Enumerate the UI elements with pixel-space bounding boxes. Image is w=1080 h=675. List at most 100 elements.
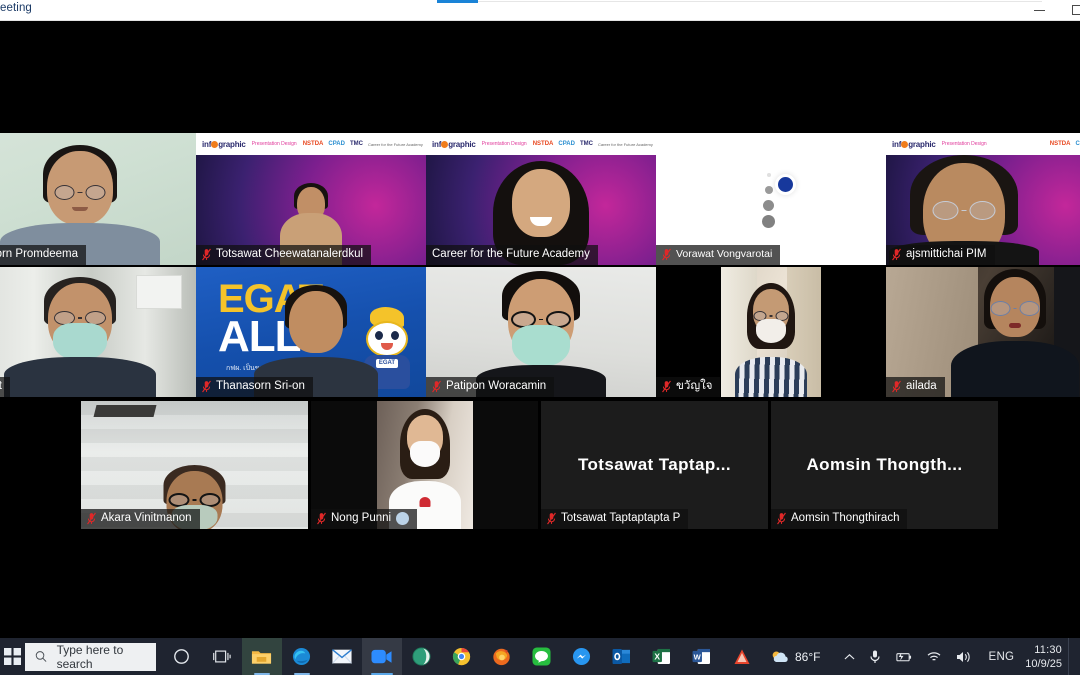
- video-tile[interactable]: Akara Vinitmanon: [81, 401, 308, 529]
- microphone-status-button[interactable]: [862, 638, 888, 675]
- mic-muted-icon: [662, 248, 671, 261]
- video-tile[interactable]: ขวัญใจ: [656, 267, 886, 397]
- banner-logo: infgraphic: [432, 140, 476, 149]
- mic-muted-icon: [892, 380, 901, 393]
- show-desktop-button[interactable]: [1068, 638, 1076, 675]
- network-status-button[interactable]: [919, 638, 949, 675]
- participant-name-chip: Akara Vinitmanon: [81, 509, 200, 529]
- weather-temperature: 86°F: [791, 650, 830, 664]
- maximize-button[interactable]: [1062, 0, 1080, 20]
- mail-icon[interactable]: [322, 638, 362, 675]
- adobe-reader-icon[interactable]: [722, 638, 762, 675]
- microsoft-edge-icon[interactable]: [282, 638, 322, 675]
- tray-overflow-button[interactable]: [837, 638, 862, 675]
- battery-status-button[interactable]: [888, 638, 919, 675]
- participant-name: Vorawat Vongvarotai: [676, 247, 772, 262]
- video-tile[interactable]: Aomsin Thongth... Aomsin Thongthirach: [771, 401, 998, 529]
- participant-name: anagorn Promdeema: [0, 247, 78, 262]
- banner-mark-cpad: CPAD: [558, 141, 575, 147]
- search-input[interactable]: Type here to search: [25, 643, 156, 671]
- participant-name-chip: Thanasorn Sri-on: [196, 377, 313, 397]
- language-indicator[interactable]: ENG: [979, 651, 1023, 663]
- search-placeholder: Type here to search: [57, 643, 156, 671]
- windows-taskbar: Type here to search: [0, 638, 1080, 675]
- banner-mark-nstda: NSTDA: [303, 141, 324, 147]
- windows-start-icon: [4, 648, 21, 665]
- svg-text:W: W: [694, 652, 702, 661]
- google-chrome-icon[interactable]: [442, 638, 482, 675]
- maximize-icon: [1072, 5, 1080, 15]
- firefox-icon[interactable]: [482, 638, 522, 675]
- participant-name-chip: Career for the Future Academy: [426, 245, 598, 265]
- partly-cloudy-icon: [769, 649, 791, 665]
- video-tile[interactable]: ailada: [886, 267, 1080, 397]
- video-tile[interactable]: Vorawat Vongvarotai: [656, 133, 886, 265]
- banner-logo: infgraphic: [892, 140, 936, 149]
- banner-mark-nstda: NSTDA: [533, 141, 554, 147]
- window-titlebar: eeting: [0, 0, 1080, 21]
- video-tile[interactable]: Totsawat Taptap... Totsawat Taptaptapta …: [541, 401, 768, 529]
- zoom-icon[interactable]: [362, 638, 402, 675]
- banner-mark-nstda: NSTDA: [1050, 141, 1071, 147]
- video-tile[interactable]: Nong Punni: [311, 401, 538, 529]
- start-button[interactable]: [0, 638, 25, 675]
- mic-muted-icon: [87, 512, 96, 525]
- video-tile[interactable]: mate.t: [0, 267, 196, 397]
- line-icon[interactable]: [522, 638, 562, 675]
- video-gallery: anagorn Promdeema infgraphic Presentatio…: [0, 21, 1080, 638]
- microphone-icon: [869, 649, 881, 665]
- task-view-icon[interactable]: [202, 638, 242, 675]
- banner-mark-cpad: CPAD: [328, 141, 345, 147]
- clock[interactable]: 11:30 10/9/25: [1023, 643, 1068, 671]
- participant-name: Nong Punni: [331, 511, 391, 526]
- globe-browser-icon[interactable]: [402, 638, 442, 675]
- svg-text:X: X: [655, 651, 661, 661]
- video-tile[interactable]: EGAT ALL กฟผ. เป็นของ... EGAT: [196, 267, 426, 397]
- video-tile[interactable]: infgraphic Presentation Design NSTDA CPA…: [196, 133, 426, 265]
- tab-track: [437, 1, 1042, 2]
- outlook-icon[interactable]: [602, 638, 642, 675]
- minimize-button[interactable]: [1024, 0, 1054, 20]
- word-icon[interactable]: W: [682, 638, 722, 675]
- speaker-icon: [956, 650, 972, 664]
- participant-name: Career for the Future Academy: [432, 247, 590, 262]
- banner-mark-cpad: CPAD: [1075, 141, 1080, 147]
- file-explorer-icon[interactable]: [242, 638, 282, 675]
- excel-icon[interactable]: X: [642, 638, 682, 675]
- mic-muted-icon: [547, 512, 556, 525]
- chevron-up-icon: [844, 653, 855, 661]
- participant-name: Totsawat Taptaptapta P: [561, 511, 680, 526]
- video-tile[interactable]: Patipon Woracamin: [426, 267, 656, 397]
- participant-name: ajsmittichai PIM: [906, 247, 987, 262]
- cortana-icon[interactable]: [162, 638, 202, 675]
- battery-icon: [895, 651, 912, 663]
- participant-name-chip: Totsawat Taptaptapta P: [541, 509, 688, 529]
- mic-muted-icon: [777, 512, 786, 525]
- banner-logo: infgraphic: [202, 140, 246, 149]
- banner-tagline: Career for the Future Academy: [598, 142, 653, 147]
- participant-name: ขวัญใจ: [676, 379, 712, 394]
- mic-muted-icon: [892, 248, 901, 261]
- weather-widget[interactable]: 86°F: [762, 638, 837, 675]
- participant-name-chip: Vorawat Vongvarotai: [656, 245, 780, 265]
- participant-name: Thanasorn Sri-on: [216, 379, 305, 394]
- video-tile[interactable]: anagorn Promdeema: [0, 133, 196, 265]
- virtual-background-banner: infgraphic Presentation Design NSTDA CPA…: [196, 133, 426, 155]
- mic-muted-icon: [662, 380, 671, 393]
- banner-subtitle: Presentation Design: [482, 141, 527, 147]
- banner-mark-tmc: TMC: [350, 141, 363, 147]
- banner-tagline: Career for the Future Academy: [368, 142, 423, 147]
- video-tile[interactable]: infgraphic Presentation Design NSTDA CPA…: [886, 133, 1080, 265]
- volume-button[interactable]: [949, 638, 979, 675]
- participant-name-chip: anagorn Promdeema: [0, 245, 86, 265]
- participant-name-chip: ailada: [886, 377, 945, 397]
- zoom-meeting-window: eeting ording...: [0, 0, 1080, 675]
- participant-name-chip: ขวัญใจ: [656, 377, 720, 397]
- video-tile[interactable]: infgraphic Presentation Design NSTDA CPA…: [426, 133, 656, 265]
- messenger-icon[interactable]: [562, 638, 602, 675]
- participant-name: Aomsin Thongthirach: [791, 511, 899, 526]
- taskbar-icons: X W: [162, 638, 762, 675]
- wifi-icon: [926, 650, 942, 663]
- mic-muted-icon: [202, 380, 211, 393]
- mic-muted-icon: [317, 512, 326, 525]
